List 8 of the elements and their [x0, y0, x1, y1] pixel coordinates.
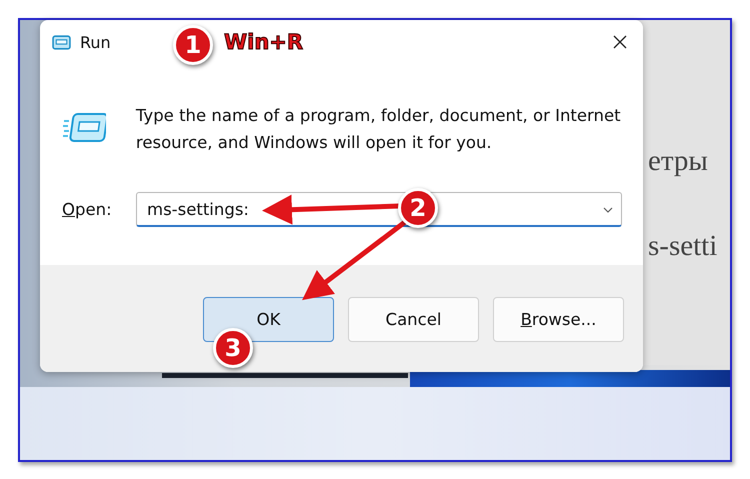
document-text: s-setti	[648, 230, 718, 263]
dialog-button[interactable]: Cancel	[348, 297, 479, 342]
window-title: Run	[80, 32, 111, 52]
hotkey-label: Win+R	[224, 30, 304, 54]
document-text: етры	[648, 145, 708, 178]
dialog-button[interactable]: Browse...	[493, 297, 624, 342]
open-label: Open:	[62, 200, 113, 219]
instruction-text: Type the name of a program, folder, document, or Internet resource, and Windows will open it for you.	[136, 105, 622, 154]
